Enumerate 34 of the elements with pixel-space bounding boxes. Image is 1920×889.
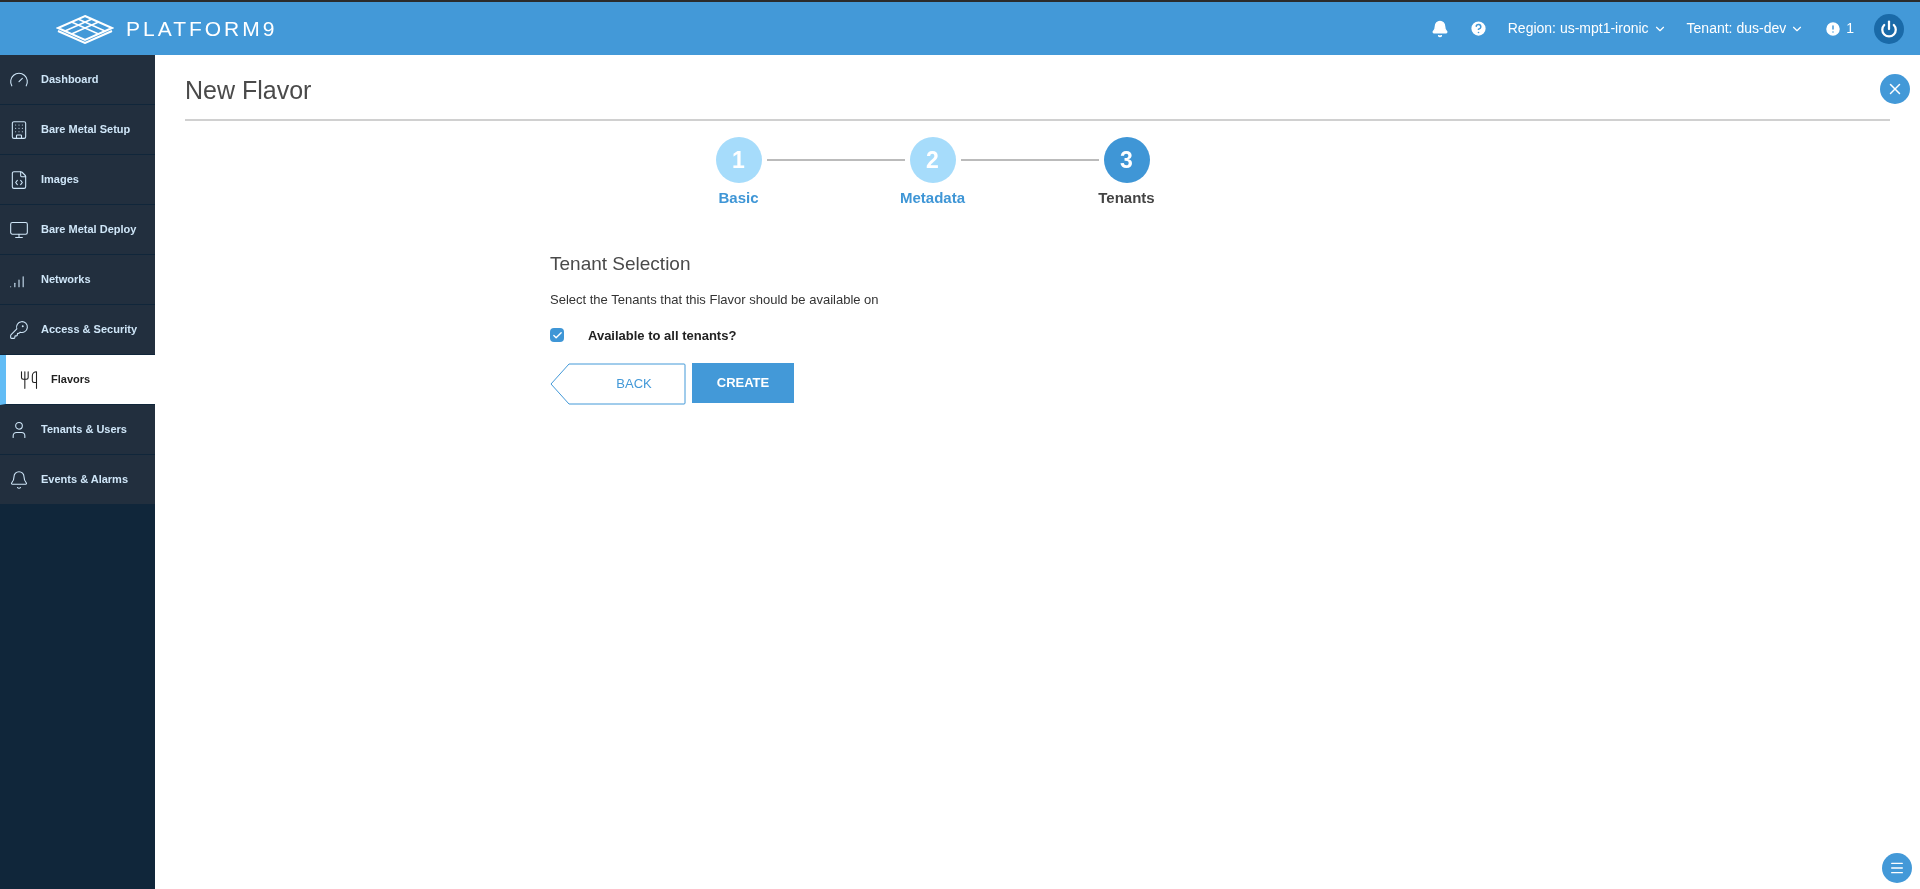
- sidebar-item[interactable]: Networks: [0, 255, 155, 305]
- power-button[interactable]: [1874, 13, 1904, 44]
- section-description: Select the Tenants that this Flavor should be available on: [550, 291, 880, 309]
- step-label: Basic: [718, 188, 759, 208]
- step-label: Metadata: [900, 188, 965, 208]
- check-icon: [551, 329, 563, 341]
- sidebar-item[interactable]: Images: [0, 155, 155, 205]
- checkbox[interactable]: [550, 328, 564, 343]
- logo-grid-icon: [56, 13, 114, 44]
- menu-icon: [1889, 860, 1905, 876]
- help-icon[interactable]: [1468, 19, 1488, 38]
- bell-icon: [9, 469, 29, 490]
- bell-icon[interactable]: [1430, 19, 1449, 38]
- logo-text: PLATFORM9: [126, 15, 278, 42]
- utensils-icon: [19, 369, 39, 390]
- close-button[interactable]: [1880, 74, 1910, 104]
- checkbox-label: Available to all tenants?: [588, 326, 737, 345]
- section-heading: Tenant Selection: [550, 251, 692, 276]
- sidebar-item[interactable]: Access & Security: [0, 305, 155, 355]
- key-icon: [9, 319, 29, 340]
- sidebar-item[interactable]: Events & Alarms: [0, 455, 155, 505]
- building-icon: [9, 119, 29, 140]
- sidebar-item[interactable]: Dashboard: [0, 55, 155, 105]
- monitor-icon: [9, 219, 29, 240]
- sidebar-item[interactable]: Bare Metal Setup: [0, 105, 155, 155]
- alert-icon: [1824, 19, 1843, 38]
- page-title: New Flavor: [185, 75, 312, 107]
- sidebar-item[interactable]: Tenants & Users: [0, 405, 155, 455]
- sidebar-item[interactable]: Bare Metal Deploy: [0, 205, 155, 255]
- step-label: Tenants: [1098, 188, 1155, 208]
- sidebar-item[interactable]: Flavors: [0, 355, 155, 405]
- power-icon: [1880, 19, 1898, 38]
- menu-button[interactable]: [1882, 853, 1912, 883]
- file-code-icon: [9, 169, 29, 190]
